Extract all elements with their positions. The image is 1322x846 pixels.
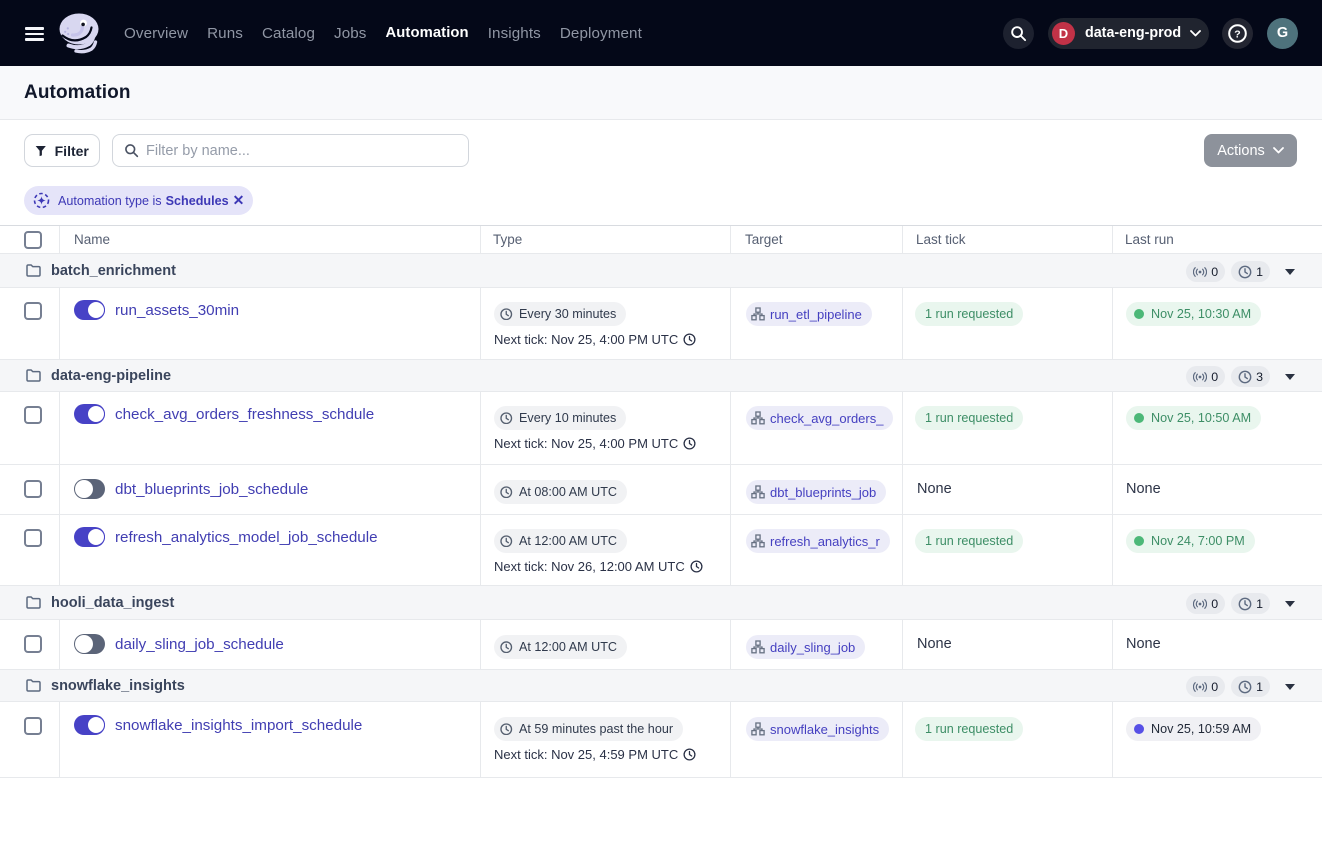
svg-text:?: ? — [1234, 28, 1240, 40]
